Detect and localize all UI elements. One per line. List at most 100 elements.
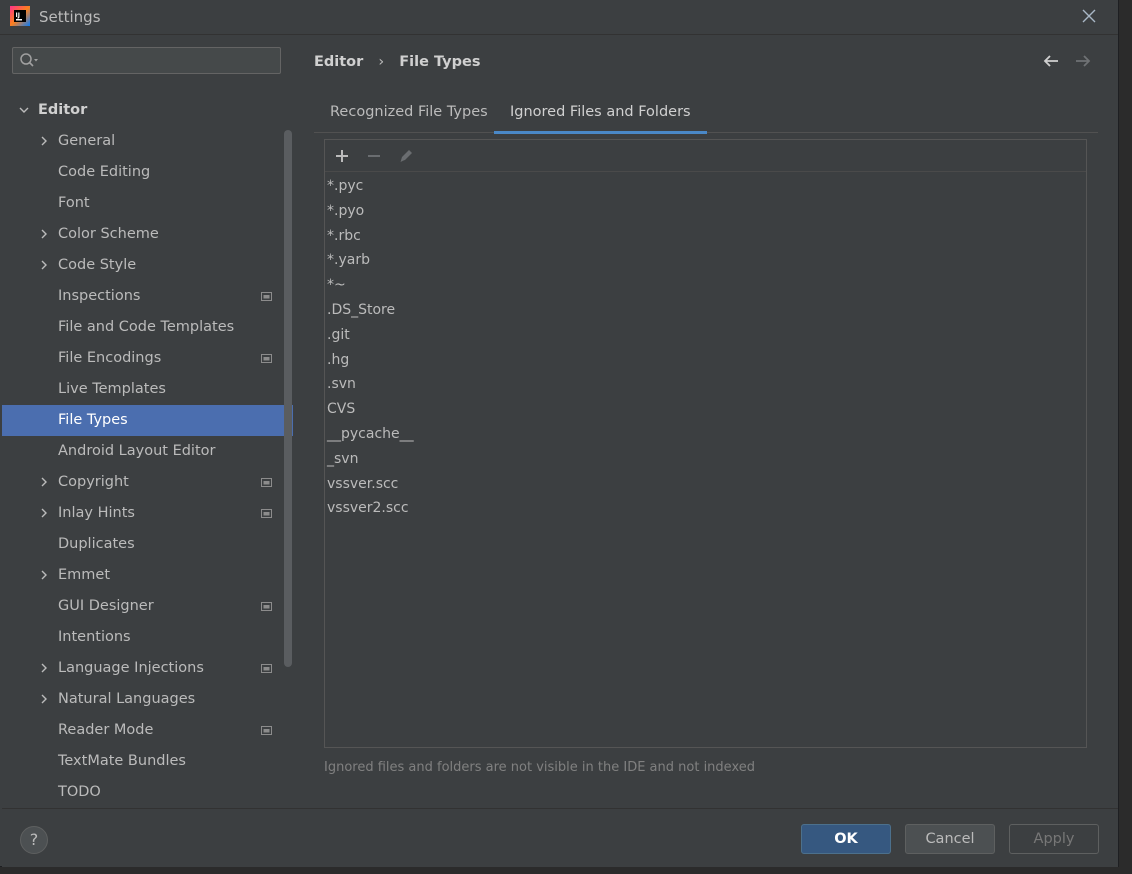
list-item[interactable]: *.yarb <box>327 248 370 272</box>
list-item[interactable]: *.rbc <box>327 224 361 248</box>
list-item[interactable]: *.pyo <box>327 199 364 223</box>
chevron-right-icon[interactable] <box>39 663 49 673</box>
sidebar-item-natural-languages[interactable]: Natural Languages <box>2 684 293 715</box>
list-toolbar <box>325 140 1086 172</box>
sidebar-item-inspections[interactable]: Inspections <box>2 281 293 312</box>
sidebar-item-label: Copyright <box>58 474 129 490</box>
list-item[interactable]: *~ <box>327 273 346 297</box>
list-item[interactable]: .svn <box>327 372 356 396</box>
chevron-down-icon[interactable] <box>19 105 29 115</box>
sidebar-item-label: Duplicates <box>58 536 135 552</box>
tab-bar: Recognized File Types Ignored Files and … <box>314 92 1098 134</box>
sidebar-item-color-scheme[interactable]: Color Scheme <box>2 219 293 250</box>
sidebar-item-live-templates[interactable]: Live Templates <box>2 374 293 405</box>
sidebar-item-label: Emmet <box>58 567 111 583</box>
sidebar-item-label: TODO <box>58 784 101 800</box>
chevron-right-icon[interactable] <box>39 477 49 487</box>
search-input[interactable] <box>43 51 277 72</box>
list-item[interactable]: vssver.scc <box>327 472 398 496</box>
ok-button[interactable]: OK <box>801 824 891 854</box>
chevron-right-icon[interactable] <box>39 694 49 704</box>
project-settings-icon <box>261 292 272 301</box>
sidebar-item-label: Inspections <box>58 288 141 304</box>
chevron-right-icon[interactable] <box>39 260 49 270</box>
window-title: Settings <box>39 8 101 26</box>
project-settings-icon <box>261 478 272 487</box>
close-icon[interactable] <box>1078 4 1100 28</box>
background-edge <box>0 867 1132 874</box>
settings-search[interactable] <box>12 47 281 74</box>
sidebar-item-label: File and Code Templates <box>58 319 235 335</box>
sidebar-scrollbar[interactable] <box>284 130 292 667</box>
project-settings-icon <box>261 354 272 363</box>
chevron-right-icon[interactable] <box>39 229 49 239</box>
dialog-footer: ? OK Cancel Apply <box>2 808 1118 867</box>
intellij-app-icon: IJ <box>10 6 30 26</box>
sidebar-item-textmate-bundles[interactable]: TextMate Bundles <box>2 746 293 777</box>
sidebar-item-label: TextMate Bundles <box>58 753 186 769</box>
sidebar-item-label: Inlay Hints <box>58 505 135 521</box>
sidebar-item-copyright[interactable]: Copyright <box>2 467 293 498</box>
settings-content: Editor › File Types Recognized File Type… <box>293 35 1118 808</box>
chevron-right-icon[interactable] <box>39 508 49 518</box>
forward-arrow-icon[interactable] <box>1074 52 1092 70</box>
apply-button[interactable]: Apply <box>1009 824 1099 854</box>
breadcrumb: Editor › File Types <box>314 54 480 70</box>
plus-icon[interactable] <box>332 146 352 166</box>
settings-sidebar: Editor General Code Editing Font Color Sche… <box>2 35 293 808</box>
sidebar-item-general[interactable]: General <box>2 126 293 157</box>
sidebar-item-inlay-hints[interactable]: Inlay Hints <box>2 498 293 529</box>
sidebar-item-code-style[interactable]: Code Style <box>2 250 293 281</box>
tree-root-editor[interactable]: Editor <box>2 95 293 126</box>
chevron-right-icon[interactable] <box>39 570 49 580</box>
sidebar-item-label: File Types <box>58 412 128 428</box>
project-settings-icon <box>261 664 272 673</box>
sidebar-item-emmet[interactable]: Emmet <box>2 560 293 591</box>
sidebar-item-duplicates[interactable]: Duplicates <box>2 529 293 560</box>
breadcrumb-parent[interactable]: Editor <box>314 54 363 70</box>
breadcrumb-separator: › <box>378 54 385 70</box>
sidebar-item-code-editing[interactable]: Code Editing <box>2 157 293 188</box>
list-item[interactable]: _svn <box>327 447 358 471</box>
sidebar-item-font[interactable]: Font <box>2 188 293 219</box>
sidebar-item-intentions[interactable]: Intentions <box>2 622 293 653</box>
sidebar-item-label: Natural Languages <box>58 691 196 707</box>
sidebar-item-file-types[interactable]: File Types <box>2 405 293 436</box>
search-icon <box>20 53 38 67</box>
tab-recognized-file-types[interactable]: Recognized File Types <box>330 92 488 132</box>
sidebar-item-reader-mode[interactable]: Reader Mode <box>2 715 293 746</box>
sidebar-item-label: Language Injections <box>58 660 204 676</box>
chevron-right-icon[interactable] <box>39 136 49 146</box>
list-item[interactable]: CVS <box>327 397 355 421</box>
sidebar-item-label: Android Layout Editor <box>58 443 216 459</box>
project-settings-icon <box>261 602 272 611</box>
cancel-button[interactable]: Cancel <box>905 824 995 854</box>
ignored-files-panel: *.pyc *.pyo *.rbc *.yarb *~ .DS_Store .git .hg.… <box>324 139 1087 748</box>
list-item[interactable]: .git <box>327 323 350 347</box>
minus-icon[interactable] <box>364 146 384 166</box>
tree-root-label: Editor <box>38 102 88 118</box>
sidebar-item-label: Reader Mode <box>58 722 154 738</box>
sidebar-item-gui-designer[interactable]: GUI Designer <box>2 591 293 622</box>
settings-dialog: IJ Settings Editor General Code Editing Fo… <box>0 0 1119 867</box>
sidebar-item-file-encodings[interactable]: File Encodings <box>2 343 293 374</box>
list-item[interactable]: .hg <box>327 348 349 372</box>
back-arrow-icon[interactable] <box>1042 52 1060 70</box>
list-item[interactable]: *.pyc <box>327 174 363 198</box>
list-item[interactable]: __pycache__ <box>327 422 414 446</box>
list-item[interactable]: .DS_Store <box>327 298 395 322</box>
hint-text: Ignored files and folders are not visibl… <box>324 760 755 775</box>
tab-ignored-files-and-folders[interactable]: Ignored Files and Folders <box>494 92 707 134</box>
sidebar-item-todo[interactable]: TODO <box>2 777 293 808</box>
sidebar-item-label: Code Editing <box>58 164 151 180</box>
sidebar-item-android-layout-editor[interactable]: Android Layout Editor <box>2 436 293 467</box>
sidebar-item-file-and-code-templates[interactable]: File and Code Templates <box>2 312 293 343</box>
breadcrumb-current: File Types <box>399 54 481 70</box>
sidebar-item-label: Code Style <box>58 257 137 273</box>
sidebar-item-language-injections[interactable]: Language Injections <box>2 653 293 684</box>
list-item[interactable]: vssver2.scc <box>327 496 409 520</box>
sidebar-item-label: Font <box>58 195 90 211</box>
background-edge <box>1119 0 1132 874</box>
pencil-icon[interactable] <box>396 146 416 166</box>
help-button[interactable]: ? <box>20 826 48 854</box>
